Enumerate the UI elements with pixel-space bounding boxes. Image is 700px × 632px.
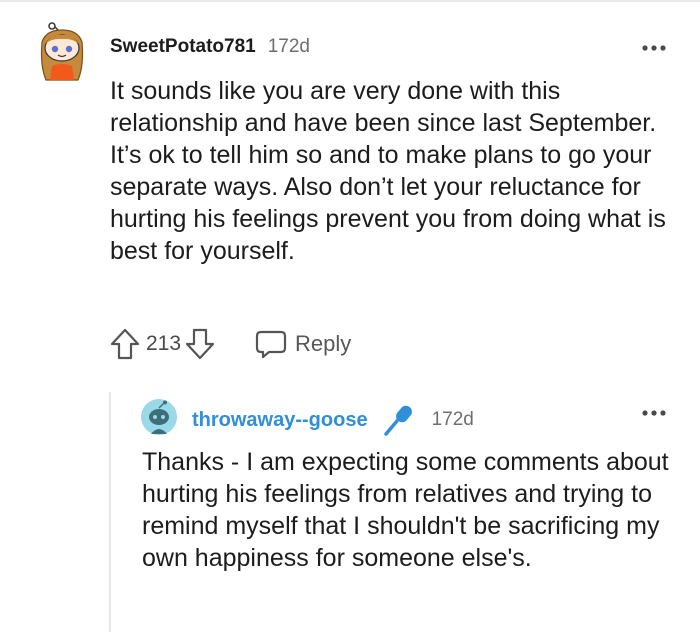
downvote-arrow-icon <box>185 328 215 360</box>
comment-time: 172d <box>431 409 474 430</box>
reply-label: Reply <box>295 331 352 356</box>
comment-header: throwaway--goose 172d <box>192 403 474 437</box>
username-op[interactable]: throwaway--goose <box>192 409 368 432</box>
downvote-button[interactable] <box>183 327 217 361</box>
reply-button[interactable]: Reply <box>255 329 351 359</box>
username[interactable]: SweetPotato781 <box>110 36 256 58</box>
top-divider <box>0 0 700 2</box>
upvote-arrow-icon <box>110 328 140 360</box>
comment-actions: 213 Reply <box>108 327 351 361</box>
comment-body: It sounds like you are very done with th… <box>110 77 666 265</box>
vote-score: 213 <box>146 332 182 355</box>
snoo-avatar-icon[interactable] <box>34 22 90 82</box>
snoo-avatar-icon[interactable] <box>140 398 178 436</box>
reply-bubble-icon <box>255 330 287 359</box>
comment-thread: SweetPotato781 172d It sounds like you a… <box>0 0 700 632</box>
more-options-icon[interactable] <box>640 403 668 423</box>
upvote-button[interactable] <box>108 327 142 361</box>
comment-time: 172d <box>267 36 311 57</box>
comment-body: Thanks - I am expecting some comments ab… <box>142 448 669 572</box>
microphone-icon <box>383 405 412 436</box>
more-options-icon[interactable] <box>640 38 668 58</box>
thread-line[interactable] <box>109 392 111 632</box>
comment-header: SweetPotato781 172d <box>110 36 310 58</box>
